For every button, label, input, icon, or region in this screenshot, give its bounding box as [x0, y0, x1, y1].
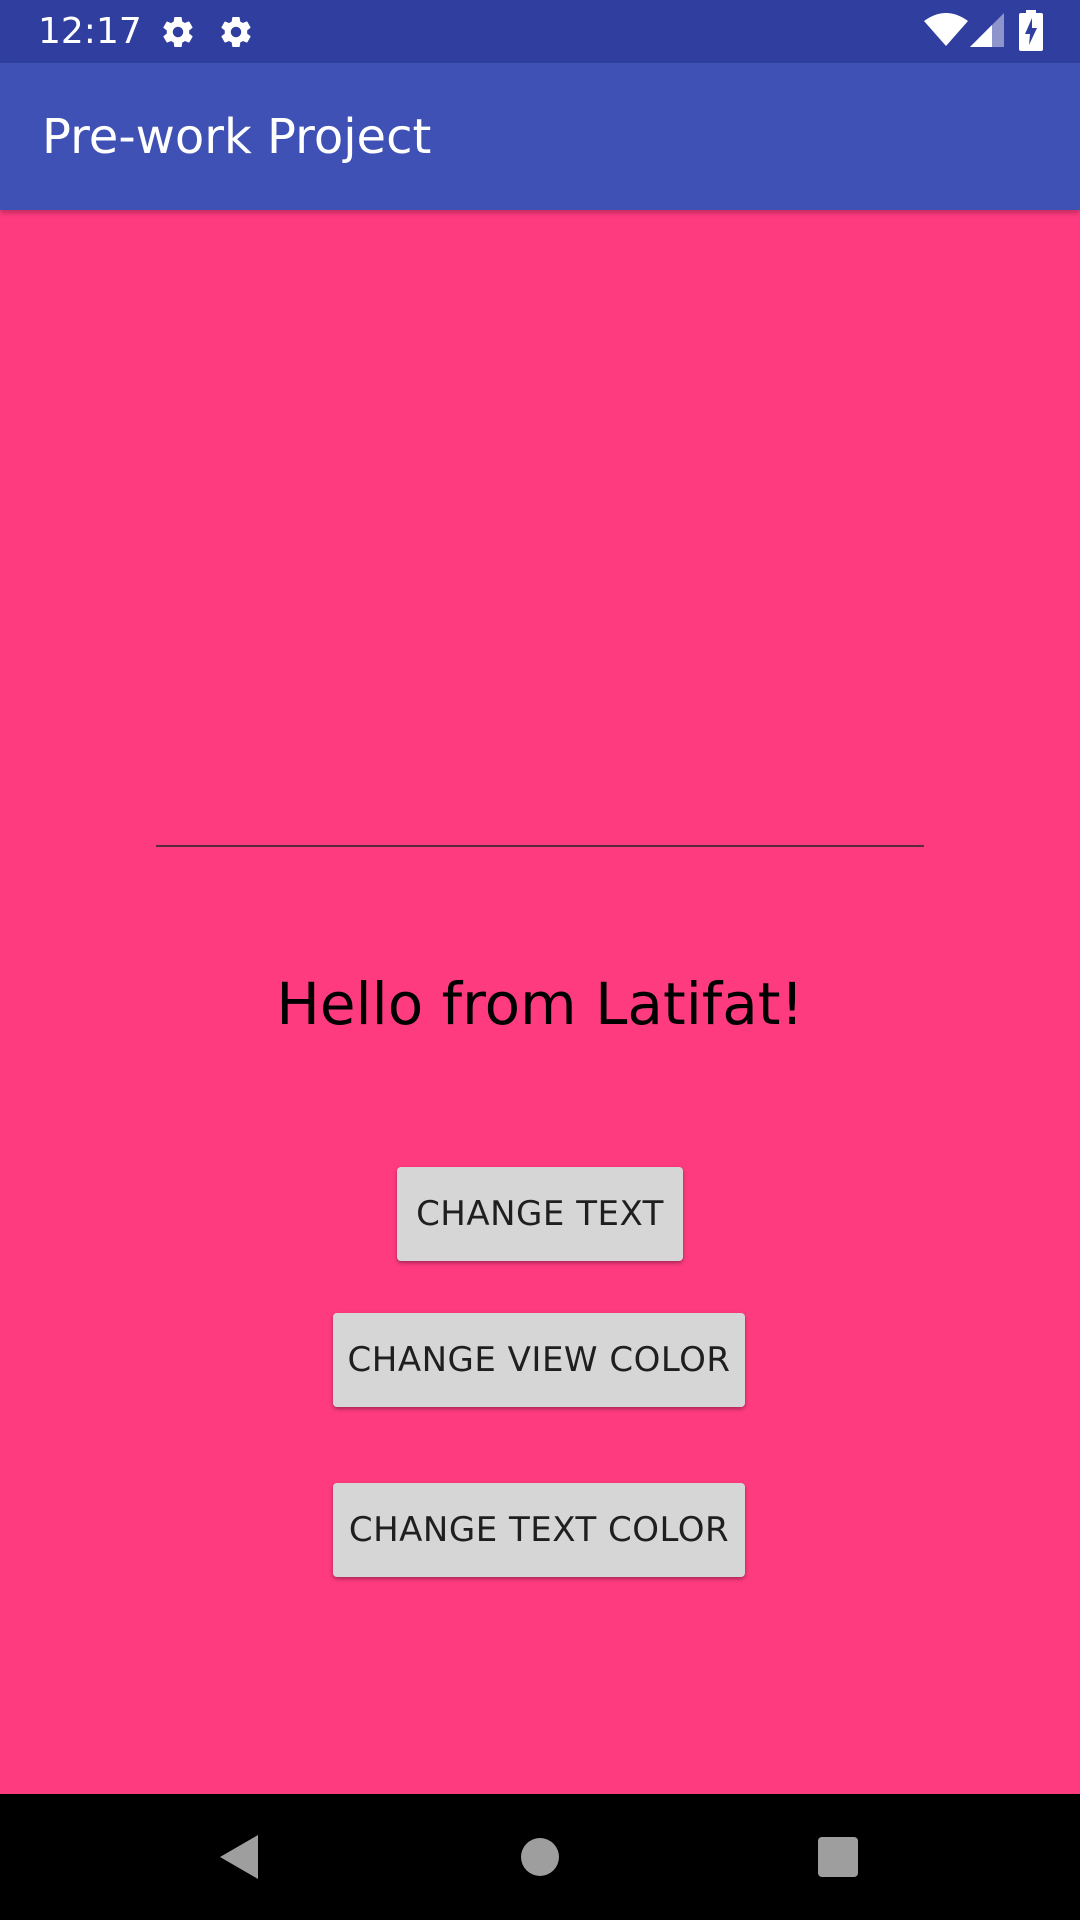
recents-icon[interactable] [808, 1827, 868, 1887]
navigation-bar [0, 1794, 1080, 1920]
status-bar: 12:17 [0, 0, 1080, 63]
change-text-color-button[interactable]: CHANGE TEXT COLOR [333, 1483, 745, 1577]
app-bar: Pre-work Project [0, 63, 1080, 210]
wifi-icon [924, 13, 968, 46]
battery-charging-icon [1019, 10, 1043, 51]
back-icon[interactable] [208, 1827, 268, 1887]
status-time: 12:17 [38, 11, 142, 52]
settings-gear-icon [221, 17, 251, 48]
home-icon[interactable] [510, 1827, 570, 1887]
app-screen: 12:17 Pre-work Project Hello from Latifa… [0, 0, 1080, 1920]
settings-gear-icon [163, 17, 193, 48]
change-text-button[interactable]: CHANGE TEXT [397, 1167, 683, 1261]
text-input[interactable] [156, 845, 924, 847]
app-title: Pre-work Project [42, 109, 432, 165]
main-content: Hello from Latifat! CHANGE TEXT CHANGE V… [0, 210, 1080, 1794]
greeting-text: Hello from Latifat! [276, 970, 804, 1038]
cell-signal-icon [970, 13, 1004, 47]
change-view-color-button[interactable]: CHANGE VIEW COLOR [333, 1313, 745, 1407]
